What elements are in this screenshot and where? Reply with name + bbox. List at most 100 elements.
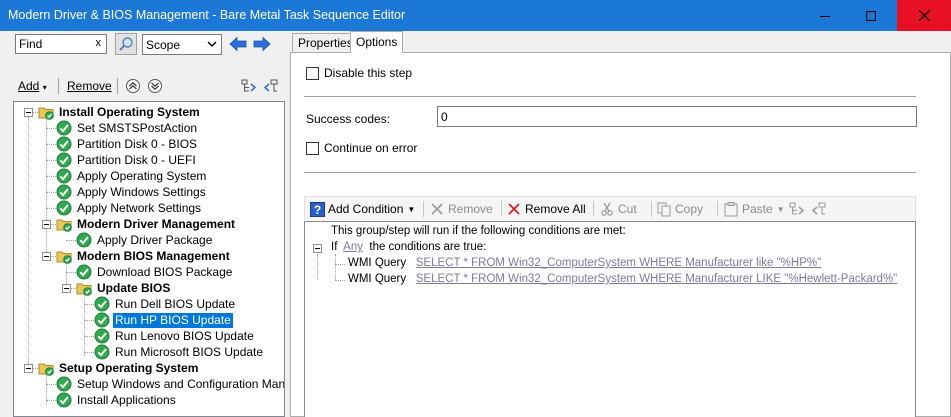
move-down-icon: [148, 79, 162, 93]
true-text: the conditions are true:: [369, 241, 487, 253]
dropdown-arrow-icon: ▼: [407, 204, 416, 214]
clear-find-button[interactable]: x: [96, 37, 102, 49]
wmi-query-link[interactable]: SELECT * FROM Win32_ComputerSystem WHERE…: [416, 273, 898, 285]
tree-step[interactable]: Apply Driver Package: [76, 232, 214, 248]
collapse-conditions-button[interactable]: [811, 200, 830, 218]
checkbox-box[interactable]: [306, 66, 319, 80]
tree-step[interactable]: Apply Network Settings: [56, 200, 203, 216]
tree-node-label: Apply Network Settings: [77, 200, 202, 215]
find-field[interactable]: x: [15, 34, 107, 54]
search-button[interactable]: [115, 33, 137, 55]
add-condition-button[interactable]: ? Add Condition ▼: [309, 200, 415, 218]
toolbar-separator: [651, 201, 652, 217]
collapse-toggle[interactable]: [42, 220, 51, 229]
condition-type: WMI Query: [348, 257, 407, 269]
success-check-icon: [56, 136, 72, 152]
conditions-list[interactable]: This group/step will run if the followin…: [304, 221, 916, 417]
success-check-icon: [94, 328, 110, 344]
tree-step[interactable]: Apply Operating System: [56, 168, 208, 184]
tree-step[interactable]: Run Microsoft BIOS Update: [94, 344, 265, 360]
tree-group[interactable]: Update BIOS: [76, 280, 172, 296]
toolbar-separator: [423, 201, 424, 217]
tree-step[interactable]: Setup Windows and Configuration Manager: [56, 376, 284, 392]
remove-all-button[interactable]: Remove All: [506, 200, 586, 218]
checkbox-box[interactable]: [306, 141, 319, 155]
collapse-toggle[interactable]: [24, 108, 33, 117]
collapse-all-icon: [811, 202, 826, 215]
any-link[interactable]: Any: [343, 241, 363, 253]
tree-toolbar: Add ▾ Remove: [0, 75, 288, 97]
tree-step[interactable]: Apply Windows Settings: [56, 184, 208, 200]
tree-step[interactable]: Partition Disk 0 - BIOS: [56, 136, 199, 152]
tree-line: [335, 254, 336, 280]
remove-label: Remove: [448, 202, 493, 216]
tab-properties-label: Properties: [298, 36, 353, 50]
success-check-icon: [56, 168, 72, 184]
collapse-toggle[interactable]: [42, 252, 51, 261]
remove-condition-button[interactable]: Remove: [429, 200, 493, 218]
expand-all-button[interactable]: [240, 77, 258, 95]
tree-line: [84, 352, 94, 353]
tree-node-label: Update BIOS: [97, 280, 171, 295]
collapse-toggle[interactable]: [62, 284, 71, 293]
disable-step-label: Disable this step: [324, 66, 413, 80]
task-sequence-tree[interactable]: Install Operating System Set SMSTSPostAct…: [13, 101, 285, 417]
move-down-button[interactable]: [146, 77, 164, 95]
tree-node-label: Partition Disk 0 - UEFI: [77, 152, 196, 167]
tree-node-label: Run HP BIOS Update: [113, 312, 233, 328]
tree-step[interactable]: Partition Disk 0 - UEFI: [56, 152, 198, 168]
continue-on-error-checkbox[interactable]: Continue on error: [306, 141, 417, 155]
tree-step[interactable]: Run Lenovo BIOS Update: [94, 328, 256, 344]
dropdown-arrow-icon: ▾: [42, 83, 47, 92]
maximize-icon: [866, 10, 876, 21]
if-any-condition[interactable]: If Any the conditions are true:: [331, 241, 486, 253]
tree-node-label: Partition Disk 0 - BIOS: [77, 136, 198, 151]
tree-step[interactable]: Run Dell BIOS Update: [94, 296, 237, 312]
find-input[interactable]: [16, 35, 86, 53]
tree-step[interactable]: Set SMSTSPostAction: [56, 120, 199, 136]
success-codes-input[interactable]: [438, 107, 916, 126]
tree-node-label: Run Dell BIOS Update: [115, 296, 236, 311]
success-codes-label: Success codes:: [306, 112, 391, 126]
tree-group[interactable]: Setup Operating System: [38, 360, 200, 376]
disable-step-checkbox[interactable]: Disable this step: [306, 66, 412, 80]
toolbar-separator: [117, 78, 118, 94]
collapse-toggle[interactable]: [24, 364, 33, 373]
collapse-toggle[interactable]: [313, 244, 322, 253]
expand-conditions-button[interactable]: [789, 200, 808, 218]
tab-options[interactable]: Options: [350, 31, 404, 53]
wmi-condition-row[interactable]: WMI Query SELECT * FROM Win32_ComputerSy…: [348, 257, 821, 269]
minimize-button[interactable]: [802, 0, 848, 31]
tree-node-label: Apply Driver Package: [97, 232, 213, 247]
cut-button[interactable]: Cut: [599, 200, 637, 218]
tree-group[interactable]: Modern BIOS Management: [56, 248, 232, 264]
tree-step[interactable]: Download BIOS Package: [76, 264, 234, 280]
collapse-all-icon: [263, 79, 278, 92]
copy-button[interactable]: Copy: [656, 200, 703, 218]
tree-group[interactable]: Install Operating System: [38, 104, 202, 120]
paste-button[interactable]: Paste ▼: [723, 200, 785, 218]
next-result-button[interactable]: [252, 34, 272, 54]
add-button[interactable]: Add ▾: [18, 79, 47, 93]
wmi-condition-row[interactable]: WMI Query SELECT * FROM Win32_ComputerSy…: [348, 273, 897, 285]
tab-properties[interactable]: Properties: [292, 33, 359, 53]
move-up-button[interactable]: [124, 77, 142, 95]
scope-dropdown[interactable]: Scope: [142, 34, 222, 55]
tree-group[interactable]: Modern Driver Management: [56, 216, 237, 232]
success-check-icon: [94, 296, 110, 312]
collapse-all-button[interactable]: [262, 77, 280, 95]
tree-line: [335, 280, 345, 281]
tree-step[interactable]: Run HP BIOS Update: [94, 312, 233, 328]
close-button[interactable]: [897, 0, 951, 31]
remove-button[interactable]: Remove: [67, 79, 112, 93]
tree-line: [84, 292, 85, 356]
tree-step[interactable]: Install Applications: [56, 392, 178, 408]
success-codes-field[interactable]: [437, 106, 917, 127]
previous-result-button[interactable]: [228, 34, 248, 54]
magnifier-icon: [119, 37, 133, 51]
tree-node-label: Apply Operating System: [77, 168, 207, 183]
condition-type: WMI Query: [348, 273, 407, 285]
maximize-button[interactable]: [848, 0, 894, 31]
success-check-icon: [94, 312, 110, 328]
wmi-query-link[interactable]: SELECT * FROM Win32_ComputerSystem WHERE…: [416, 257, 821, 269]
